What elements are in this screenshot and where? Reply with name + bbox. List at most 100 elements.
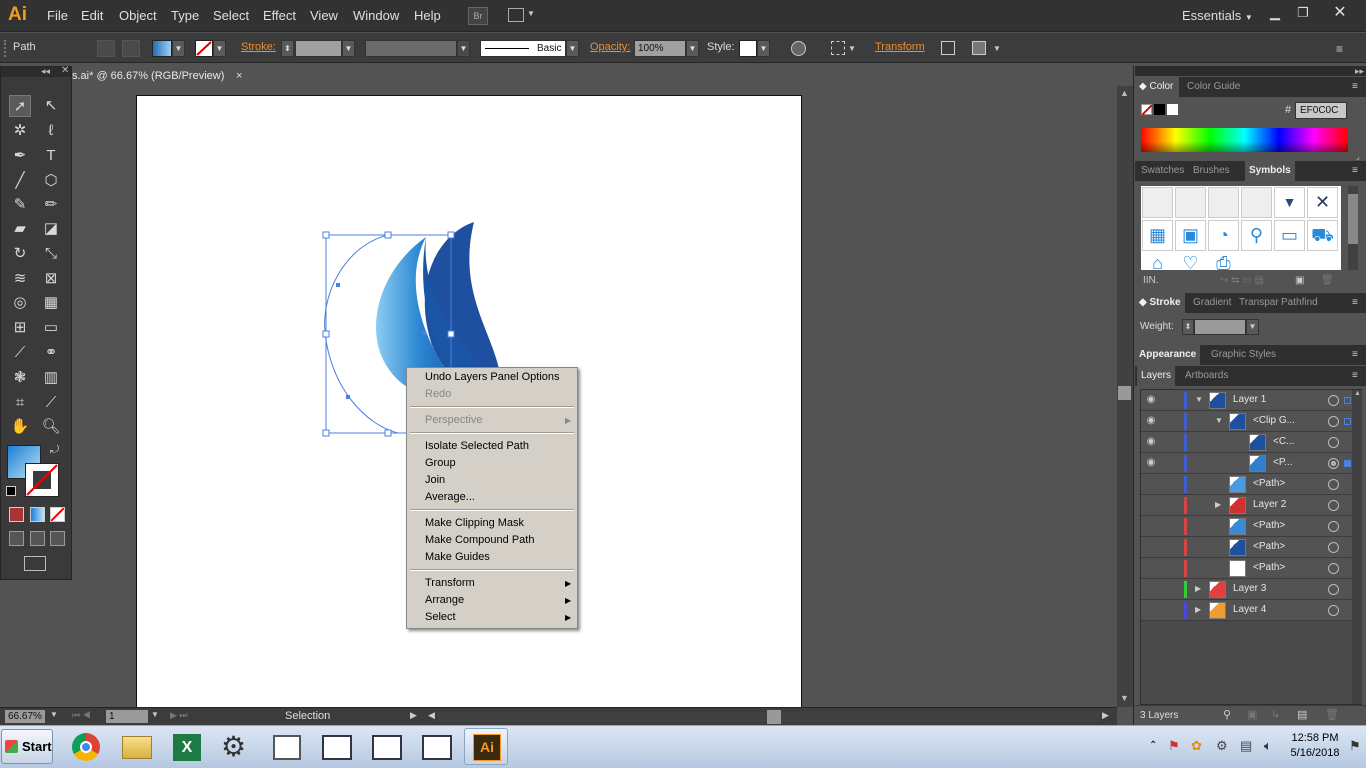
type-tool-icon[interactable]: T: [40, 145, 62, 167]
graphic-style-swatch[interactable]: [739, 40, 757, 57]
scroll-left-icon[interactable]: ◀: [428, 710, 435, 721]
stroke-weight-field[interactable]: [295, 40, 342, 57]
handle-bl[interactable]: [322, 429, 330, 437]
menu-item-make-guides[interactable]: Make Guides: [425, 549, 490, 566]
minimize-icon[interactable]: ▁: [1260, 3, 1290, 23]
chevron-down-icon[interactable]: ▼: [566, 40, 579, 57]
chevron-down-icon[interactable]: ▼: [213, 40, 226, 57]
handle-tl[interactable]: [322, 231, 330, 239]
collapse-icon[interactable]: ◂◂: [41, 66, 50, 77]
start-button[interactable]: Start: [1, 729, 53, 764]
graph-tool-icon[interactable]: ▥: [40, 367, 62, 389]
layers-scrollbar[interactable]: ▲: [1352, 390, 1362, 704]
line-tool-icon[interactable]: ╱: [9, 170, 31, 192]
opacity-field[interactable]: 100%: [634, 40, 686, 57]
visibility-eye-icon[interactable]: ◉: [1145, 415, 1157, 427]
layer-name[interactable]: Layer 4: [1233, 604, 1266, 615]
recolor-artwork-icon[interactable]: [791, 41, 806, 56]
symbol-button-rounded[interactable]: [1175, 187, 1206, 218]
selection-indicator[interactable]: [1344, 418, 1351, 425]
locate-object-icon[interactable]: ⚲: [1223, 708, 1231, 721]
menu-select[interactable]: Select: [213, 8, 249, 23]
vertical-scrollbar[interactable]: ▲ ▼: [1117, 86, 1133, 707]
tray-app-icon[interactable]: ⚑: [1168, 738, 1180, 754]
black-color-icon[interactable]: [1154, 104, 1165, 115]
handle-bm[interactable]: [384, 429, 392, 437]
layer-row[interactable]: ◉ <P...: [1141, 453, 1356, 474]
scroll-thumb[interactable]: [1118, 386, 1131, 400]
visibility-eye-icon[interactable]: ◉: [1145, 457, 1157, 469]
calendar-symbol-icon[interactable]: ▦: [1142, 220, 1173, 251]
symbol-button-line[interactable]: [1241, 187, 1272, 218]
zoom-field[interactable]: 66.67%: [5, 710, 45, 723]
menu-help[interactable]: Help: [414, 8, 441, 23]
tab-color-guide[interactable]: Color Guide: [1183, 77, 1244, 97]
zoom-tool-icon[interactable]: 🔍︎: [40, 416, 62, 438]
chevron-down-icon[interactable]: ▼: [50, 710, 58, 719]
illustrator-taskbar-button[interactable]: Ai: [464, 728, 508, 765]
collapse-triangle-icon[interactable]: ▶: [1215, 500, 1221, 509]
slice-tool-icon[interactable]: ⟋: [40, 392, 62, 414]
free-transform-tool-icon[interactable]: ⊠: [40, 268, 62, 290]
tray-app-icon[interactable]: ✿: [1191, 738, 1202, 754]
scroll-right-icon[interactable]: ▶: [1102, 710, 1109, 721]
visibility-eye-icon[interactable]: [1145, 583, 1157, 595]
target-circle-icon[interactable]: [1328, 521, 1339, 532]
none-mode-icon[interactable]: [50, 507, 65, 522]
chevron-down-icon[interactable]: ▼: [848, 44, 856, 53]
selection-tool-icon[interactable]: ➚: [9, 95, 31, 117]
layer-name[interactable]: Layer 1: [1233, 394, 1266, 405]
excel-taskbar-button[interactable]: X: [164, 728, 208, 765]
tab-gradient[interactable]: Gradient: [1189, 293, 1235, 313]
target-circle-icon[interactable]: [1328, 437, 1339, 448]
tab-color[interactable]: ◆ Color: [1135, 77, 1179, 97]
new-layer-icon[interactable]: ▤: [1297, 708, 1307, 721]
menu-item-isolate[interactable]: Isolate Selected Path: [425, 438, 529, 455]
bridge-button[interactable]: Br: [468, 7, 488, 25]
screen-mode-icon[interactable]: [24, 556, 46, 571]
lasso-tool-icon[interactable]: ℓ: [40, 120, 62, 142]
layer-row[interactable]: ◉ ▼ Layer 1: [1141, 390, 1356, 411]
window-taskbar-button-1[interactable]: [264, 728, 308, 765]
workspace-switcher[interactable]: Essentials ▼: [1182, 8, 1253, 23]
new-symbol-icon[interactable]: ▣: [1295, 275, 1304, 286]
menu-item-arrange[interactable]: Arrange: [425, 592, 464, 609]
film-symbol-icon[interactable]: ▣: [1175, 220, 1206, 251]
shape-builder-tool-icon[interactable]: ◎: [9, 292, 31, 314]
layer-name[interactable]: <Path>: [1253, 520, 1285, 531]
swap-colors-icon[interactable]: ⤾: [50, 444, 59, 457]
color-spectrum[interactable]: [1141, 128, 1348, 152]
volume-icon[interactable]: 🔈︎: [1264, 738, 1272, 754]
symbol-button-flat[interactable]: [1142, 187, 1173, 218]
menu-item-clipping-mask[interactable]: Make Clipping Mask: [425, 515, 524, 532]
show-hidden-icons-icon[interactable]: ⌃: [1149, 740, 1157, 751]
new-sublayer-icon[interactable]: ↳: [1271, 708, 1280, 721]
tray-app-icon[interactable]: ⚙: [1216, 738, 1228, 754]
fill-swatch[interactable]: [152, 40, 172, 57]
cart-symbol-icon[interactable]: ⛟: [1307, 220, 1338, 251]
mesh-tool-icon[interactable]: ⊞: [9, 317, 31, 339]
isolate-icon[interactable]: [941, 41, 955, 55]
symbol-button-gray[interactable]: [1208, 187, 1239, 218]
gradient-mode-icon[interactable]: [30, 507, 45, 522]
close-tab-icon[interactable]: ×: [236, 66, 242, 86]
menu-effect[interactable]: Effect: [263, 8, 296, 23]
dropdown-symbol-icon[interactable]: ▼: [1274, 187, 1305, 218]
close-symbol-icon[interactable]: ✕: [1307, 187, 1338, 218]
visibility-eye-icon[interactable]: [1145, 604, 1157, 616]
arrange-icon[interactable]: [972, 41, 986, 55]
layer-name[interactable]: <C...: [1273, 436, 1294, 447]
target-icon[interactable]: [122, 40, 140, 57]
layer-name[interactable]: <Path>: [1253, 478, 1285, 489]
layer-row[interactable]: ▶ Layer 2: [1141, 495, 1356, 516]
visibility-eye-icon[interactable]: ◉: [1145, 394, 1157, 406]
symbol-sprayer-tool-icon[interactable]: ❃: [9, 367, 31, 389]
explorer-taskbar-button[interactable]: [114, 728, 158, 765]
layer-row[interactable]: <Path>: [1141, 474, 1356, 495]
scroll-up-icon[interactable]: ▲: [1120, 88, 1129, 98]
selection-indicator[interactable]: [1344, 460, 1351, 467]
panel-menu-icon[interactable]: ≡: [1352, 165, 1358, 176]
tab-brushes[interactable]: Brushes: [1189, 161, 1234, 181]
menu-item-average[interactable]: Average...: [425, 489, 475, 506]
menu-window[interactable]: Window: [353, 8, 399, 23]
